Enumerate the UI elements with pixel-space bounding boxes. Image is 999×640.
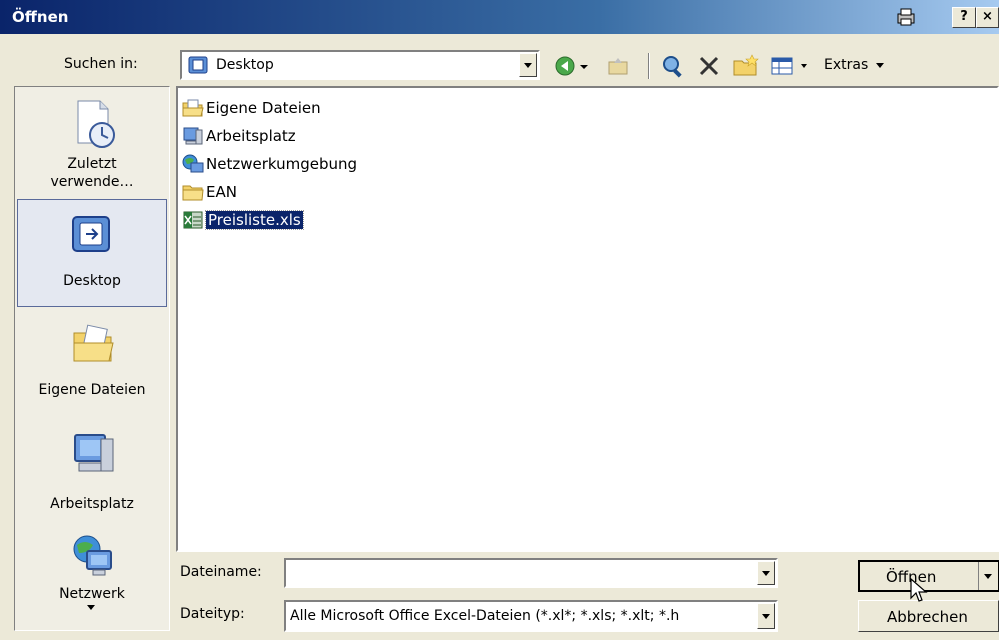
sidebar-item-desktop[interactable]: Desktop: [17, 199, 167, 307]
toolbar-separator: [648, 53, 650, 79]
sidebar-item-label: Zuletzt: [67, 156, 117, 172]
list-item[interactable]: Arbeitsplatz: [182, 124, 296, 148]
sidebar-item-label: Netzwerk: [59, 586, 125, 602]
delete-icon[interactable]: [694, 52, 724, 80]
split-divider: [978, 562, 979, 590]
file-name: Preisliste.xls: [205, 210, 304, 230]
list-item[interactable]: Netzwerkumgebung: [182, 152, 357, 176]
my-computer-icon: [71, 431, 117, 483]
filetype-value: Alle Microsoft Office Excel-Dateien (*.x…: [290, 608, 680, 624]
title-bar: Öffnen ? ×: [0, 0, 999, 34]
chevron-down-icon[interactable]: [519, 53, 537, 77]
desktop-icon: [188, 56, 208, 78]
list-item[interactable]: Preisliste.xls: [182, 208, 304, 232]
sidebar-item-network[interactable]: Netzwerk: [17, 525, 167, 625]
my-documents-icon: [71, 323, 117, 371]
look-in-label: Suchen in:: [64, 56, 138, 72]
new-folder-icon[interactable]: [730, 52, 762, 80]
file-name: Eigene Dateien: [206, 99, 321, 117]
sidebar-item-label: verwende…: [50, 174, 134, 190]
close-button[interactable]: ×: [976, 7, 999, 28]
window-title: Öffnen: [12, 8, 69, 26]
chevron-down-icon[interactable]: [984, 574, 992, 579]
search-web-icon[interactable]: [658, 52, 688, 80]
sidebar-item-recent[interactable]: Zuletzt verwende…: [17, 89, 167, 197]
recent-documents-icon: [72, 99, 118, 153]
list-item[interactable]: EAN: [182, 180, 237, 204]
filetype-label: Dateityp:: [180, 606, 245, 622]
my-documents-icon: [182, 98, 204, 118]
chevron-down-icon[interactable]: [757, 603, 775, 629]
list-item[interactable]: Eigene Dateien: [182, 96, 321, 120]
views-button[interactable]: [768, 52, 828, 80]
sidebar-item-my-documents[interactable]: Eigene Dateien: [17, 309, 167, 417]
network-icon: [69, 533, 117, 585]
look-in-value: Desktop: [216, 57, 274, 73]
up-folder-icon[interactable]: [603, 52, 633, 80]
cancel-button-label: Abbrechen: [887, 608, 968, 626]
file-name: Netzwerkumgebung: [206, 155, 358, 173]
sidebar-item-label: Desktop: [63, 273, 121, 289]
chevron-down-icon[interactable]: [757, 561, 775, 585]
scroll-down-icon[interactable]: [87, 605, 95, 610]
filename-field[interactable]: [284, 558, 778, 588]
sidebar-item-my-computer[interactable]: Arbeitsplatz: [17, 419, 167, 527]
file-name: EAN: [206, 183, 237, 201]
folder-icon: [182, 182, 204, 202]
look-in-dropdown[interactable]: Desktop: [180, 50, 540, 80]
chevron-down-icon: [875, 62, 884, 68]
filetype-dropdown[interactable]: Alle Microsoft Office Excel-Dateien (*.x…: [284, 600, 778, 632]
my-computer-icon: [182, 126, 204, 146]
places-bar: Zuletzt verwende… Desktop Eigene Dateien: [14, 86, 170, 631]
mouse-cursor-icon: [910, 577, 930, 608]
desktop-icon: [70, 214, 114, 262]
print-icon[interactable]: [894, 7, 918, 28]
sidebar-item-label: Eigene Dateien: [38, 382, 146, 398]
sidebar-item-label: Arbeitsplatz: [50, 496, 134, 512]
excel-file-icon: [182, 210, 204, 230]
filename-label: Dateiname:: [180, 564, 262, 580]
tools-menu[interactable]: Extras: [824, 57, 884, 73]
help-button[interactable]: ?: [952, 7, 976, 28]
file-list[interactable]: Eigene Dateien Arbeitsplatz Netzwerkumge…: [176, 86, 999, 552]
file-name: Arbeitsplatz: [206, 127, 296, 145]
network-places-icon: [182, 154, 204, 174]
back-button[interactable]: [553, 52, 593, 80]
